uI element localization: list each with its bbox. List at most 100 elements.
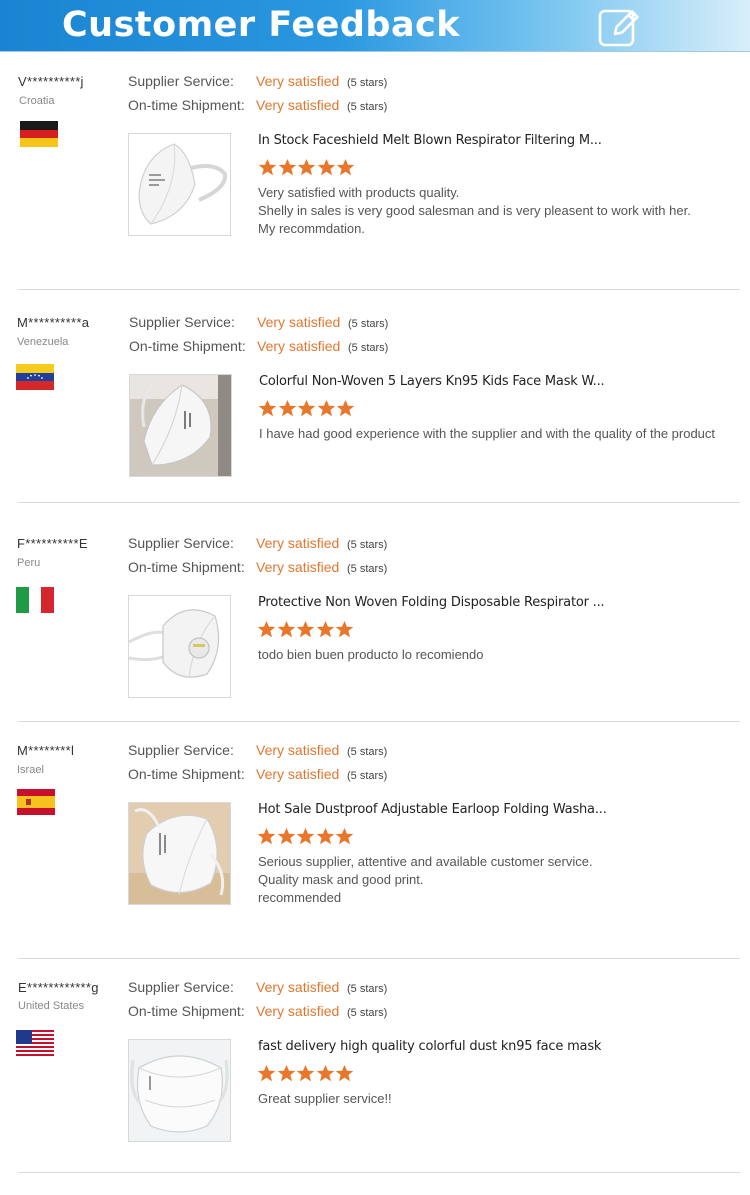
review-divider (18, 721, 740, 722)
star-icon (277, 1064, 296, 1083)
comment-line: Quality mask and good print. (258, 872, 424, 887)
star-icon (317, 158, 336, 177)
ontime-shipment-value: Very satisfied (256, 1003, 340, 1019)
supplier-service-stars: (5 stars) (347, 746, 388, 758)
ontime-shipment-rating: On-time Shipment: Very satisfied (5 stars) (129, 338, 388, 358)
star-icon (336, 399, 355, 418)
supplier-service-rating: Supplier Service: Very satisfied (5 stars) (128, 73, 387, 93)
ontime-shipment-stars: (5 stars) (347, 770, 388, 782)
review-divider (18, 289, 740, 290)
feedback-banner: Customer Feedback (0, 0, 750, 52)
supplier-service-label: Supplier Service: (128, 73, 234, 89)
star-icon (257, 1064, 276, 1083)
ontime-shipment-value: Very satisfied (256, 97, 340, 113)
star-icon (257, 620, 276, 639)
star-icon (335, 1064, 354, 1083)
ontime-shipment-label: On-time Shipment: (128, 1003, 245, 1019)
star-icon (297, 158, 316, 177)
star-rating (257, 620, 355, 640)
review-comment: Great supplier service!! (258, 1090, 748, 1108)
star-icon (296, 1064, 315, 1083)
supplier-service-rating: Supplier Service: Very satisfied (5 stars) (128, 535, 387, 555)
star-icon (277, 827, 296, 846)
star-icon (317, 399, 336, 418)
star-icon (277, 620, 296, 639)
product-title[interactable]: Colorful Non-Woven 5 Layers Kn95 Kids Fa… (259, 374, 605, 389)
star-rating (258, 158, 356, 178)
supplier-service-stars: (5 stars) (347, 77, 388, 89)
star-icon (335, 620, 354, 639)
buyer-country: Croatia (19, 95, 55, 107)
star-icon (297, 399, 316, 418)
review-comment: I have had good experience with the supp… (259, 425, 749, 443)
review-divider (18, 958, 740, 959)
review-comment: todo bien buen producto lo recomiendo (258, 646, 748, 664)
ontime-shipment-value: Very satisfied (256, 559, 340, 575)
edit-icon[interactable] (597, 4, 641, 48)
star-icon (336, 158, 355, 177)
buyer-name: F**********E (17, 536, 88, 551)
review-divider (18, 502, 740, 503)
star-icon (335, 827, 354, 846)
comment-line: recommended (258, 890, 342, 905)
supplier-service-value: Very satisfied (256, 535, 340, 551)
buyer-country: United States (18, 1000, 85, 1012)
product-thumbnail[interactable] (128, 595, 231, 698)
star-icon (278, 399, 297, 418)
ontime-shipment-rating: On-time Shipment: Very satisfied (5 stars) (128, 559, 387, 579)
ontime-shipment-stars: (5 stars) (347, 101, 388, 113)
ontime-shipment-label: On-time Shipment: (128, 559, 245, 575)
ontime-shipment-label: On-time Shipment: (129, 338, 246, 354)
product-thumbnail[interactable] (128, 1039, 231, 1142)
product-thumbnail[interactable] (128, 133, 231, 236)
star-icon (278, 158, 297, 177)
ontime-shipment-value: Very satisfied (257, 338, 341, 354)
supplier-service-stars: (5 stars) (347, 539, 388, 551)
comment-line: I have had good experience with the supp… (259, 426, 716, 441)
ontime-shipment-label: On-time Shipment: (128, 97, 245, 113)
ontime-shipment-stars: (5 stars) (347, 1007, 388, 1019)
product-thumbnail[interactable] (128, 802, 231, 905)
star-icon (316, 1064, 335, 1083)
product-title[interactable]: Protective Non Woven Folding Disposable … (258, 595, 605, 610)
supplier-service-value: Very satisfied (256, 742, 340, 758)
star-rating (257, 1064, 355, 1084)
buyer-name: V**********j (18, 74, 84, 89)
supplier-service-label: Supplier Service: (129, 314, 235, 330)
supplier-service-rating: Supplier Service: Very satisfied (5 stars) (128, 742, 387, 762)
star-icon (257, 827, 276, 846)
product-title[interactable]: In Stock Faceshield Melt Blown Respirato… (258, 133, 602, 148)
ontime-shipment-rating: On-time Shipment: Very satisfied (5 stars) (128, 97, 387, 117)
star-icon (316, 827, 335, 846)
ontime-shipment-label: On-time Shipment: (128, 766, 245, 782)
supplier-service-rating: Supplier Service: Very satisfied (5 stars) (129, 314, 388, 334)
buyer-name: E************g (18, 980, 99, 995)
buyer-country: Venezuela (17, 336, 69, 348)
comment-line: Very satisfied with products quality. (258, 185, 460, 200)
venezuela-flag (16, 364, 54, 390)
star-icon (258, 158, 277, 177)
product-thumbnail[interactable] (129, 374, 232, 477)
review-comment: Very satisfied with products quality. Sh… (258, 184, 748, 238)
product-title[interactable]: fast delivery high quality colorful dust… (258, 1039, 601, 1054)
page-title: Customer Feedback (62, 5, 461, 45)
comment-line: todo bien buen producto lo recomiendo (258, 647, 484, 662)
supplier-service-stars: (5 stars) (347, 983, 388, 995)
buyer-country: Peru (17, 557, 41, 569)
review-comment: Serious supplier, attentive and availabl… (258, 853, 748, 907)
ontime-shipment-rating: On-time Shipment: Very satisfied (5 stars) (128, 1003, 387, 1023)
product-title[interactable]: Hot Sale Dustproof Adjustable Earloop Fo… (258, 802, 607, 817)
supplier-service-value: Very satisfied (256, 979, 340, 995)
supplier-service-stars: (5 stars) (348, 318, 389, 330)
star-icon (296, 620, 315, 639)
supplier-service-rating: Supplier Service: Very satisfied (5 stars) (128, 979, 387, 999)
spain-flag (17, 789, 55, 815)
ontime-shipment-rating: On-time Shipment: Very satisfied (5 stars) (128, 766, 387, 786)
comment-line: Serious supplier, attentive and availabl… (258, 854, 593, 869)
comment-line: Great supplier service!! (258, 1091, 392, 1106)
star-rating (257, 827, 355, 847)
buyer-name: M**********a (17, 315, 90, 330)
comment-line: Shelly in sales is very good salesman an… (258, 203, 691, 218)
buyer-name: M********l (17, 743, 75, 758)
ontime-shipment-value: Very satisfied (256, 766, 340, 782)
